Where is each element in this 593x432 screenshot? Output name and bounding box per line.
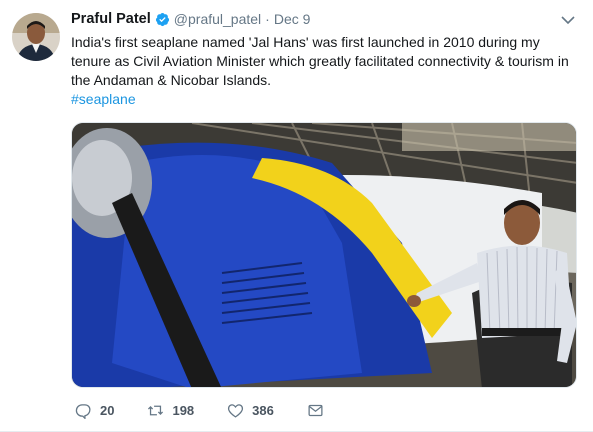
tweet-photo[interactable] (71, 122, 577, 388)
retweet-count: 198 (172, 403, 195, 418)
chevron-down-icon[interactable] (561, 15, 575, 25)
reply-button[interactable]: 20 (75, 402, 114, 419)
dm-button[interactable] (307, 402, 332, 419)
reply-count: 20 (100, 403, 115, 418)
hashtag-link[interactable]: #seaplane (71, 90, 576, 109)
tweet-timestamp[interactable]: Dec 9 (274, 11, 311, 27)
like-button[interactable]: 386 (227, 402, 274, 419)
avatar[interactable] (12, 13, 60, 61)
verified-badge-icon (155, 12, 169, 26)
tweet-card[interactable]: Praful Patel @praful_patel · Dec 9 India… (0, 0, 593, 432)
separator-dot: · (265, 11, 270, 27)
retweet-icon (148, 405, 164, 416)
heart-icon (228, 404, 244, 418)
author-name[interactable]: Praful Patel (71, 11, 151, 27)
envelope-icon (308, 404, 323, 417)
seaplane-photo (72, 123, 576, 387)
author-handle[interactable]: @praful_patel (174, 11, 261, 27)
tweet-body: India's first seaplane named 'Jal Hans' … (71, 34, 569, 88)
reply-icon (75, 404, 91, 419)
like-count: 386 (252, 403, 274, 418)
tweet-actions: 20 198 386 (75, 402, 365, 419)
tweet-text: India's first seaplane named 'Jal Hans' … (71, 33, 576, 109)
tweet-header: Praful Patel @praful_patel · Dec 9 (71, 11, 310, 27)
retweet-button[interactable]: 198 (147, 402, 194, 419)
